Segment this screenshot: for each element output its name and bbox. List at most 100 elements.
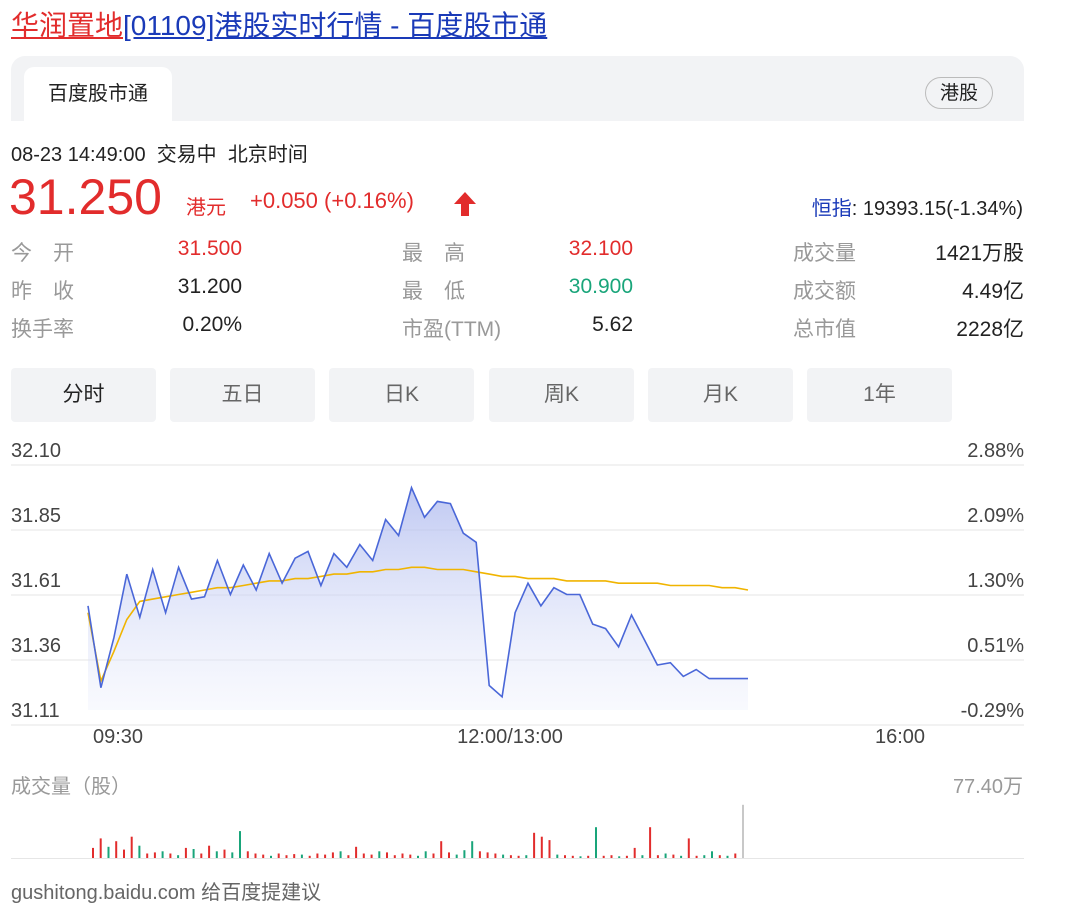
- volume-bar: [548, 840, 551, 858]
- y-price-tick: 31.85: [11, 505, 61, 527]
- hang-seng-index[interactable]: 恒指: 19393.15(-1.34%): [812, 192, 1023, 221]
- volume-bar: [308, 855, 311, 858]
- volume-bar: [192, 849, 195, 858]
- trade-state: 交易中: [156, 144, 217, 166]
- intraday-chart: 32.10 31.85 31.61 31.36 31.11 2.88% 2.09% 1.30%…: [11, 440, 1024, 748]
- volume-bar: [610, 855, 613, 858]
- volume-bar: [656, 855, 659, 858]
- volume-bar: [316, 853, 319, 858]
- volume-bar: [355, 846, 358, 858]
- volume-bar: [270, 855, 272, 858]
- stat-label: 总市值: [793, 318, 856, 341]
- volume-label: 成交量（股）: [11, 776, 131, 798]
- volume-bar: [401, 853, 404, 858]
- volume-bar: [641, 855, 644, 858]
- volume-bar: [602, 855, 605, 858]
- volume-max-label: 77.40万: [952, 776, 1023, 798]
- volume-bar: [448, 852, 450, 858]
- volume-bar: [680, 855, 683, 858]
- volume-bar: [564, 855, 566, 858]
- volume-bar: [494, 853, 497, 858]
- stat-label: 今 开: [11, 242, 74, 265]
- volume-bar: [378, 851, 381, 858]
- volume-bar: [571, 855, 574, 858]
- volume-bar: [579, 856, 582, 858]
- volume-bar: [331, 852, 334, 858]
- volume-bar: [695, 855, 698, 858]
- volume-bar: [277, 853, 280, 858]
- volume-chart: [11, 804, 1024, 859]
- volume-bar: [138, 845, 141, 858]
- x-tick: 09:30: [93, 726, 143, 748]
- volume-bar: [742, 804, 744, 858]
- volume-bar: [223, 849, 226, 858]
- volume-bar: [92, 847, 94, 858]
- title-stock-name[interactable]: 华润置地: [11, 10, 123, 41]
- volume-bar: [424, 851, 427, 858]
- stat-label: 换手率: [11, 318, 74, 341]
- index-label[interactable]: 恒指: [812, 198, 852, 220]
- current-price: 31.250: [9, 169, 162, 225]
- y-price-tick: 31.11: [11, 700, 60, 722]
- volume-bar: [285, 855, 288, 858]
- period-tab[interactable]: 分时: [11, 368, 156, 422]
- price-area: [88, 487, 748, 710]
- volume-bar: [231, 852, 234, 858]
- period-tab[interactable]: 周K: [489, 368, 634, 422]
- price-currency: 港元: [186, 197, 226, 219]
- stat-label: 市盈(TTM): [402, 318, 502, 341]
- volume-bar: [672, 854, 675, 858]
- stat-value: 2228亿: [956, 318, 1024, 341]
- volume-bar: [99, 838, 102, 858]
- volume-bar: [153, 852, 156, 858]
- period-tab[interactable]: 月K: [648, 368, 793, 422]
- period-tab[interactable]: 五日: [170, 368, 315, 422]
- volume-bar: [664, 853, 667, 858]
- volume-bar: [347, 855, 350, 858]
- volume-bar: [208, 845, 211, 858]
- volume-bar: [254, 853, 257, 858]
- market-badge[interactable]: 港股: [925, 77, 993, 109]
- stat-label: 最 高: [402, 242, 465, 265]
- volume-bar: [625, 855, 628, 858]
- stat-value: 30.900: [568, 275, 633, 298]
- volume-bar: [409, 854, 412, 858]
- volume-bar: [687, 838, 690, 858]
- volume-bar: [169, 853, 172, 858]
- volume-bar: [478, 851, 481, 858]
- y-price-tick: 32.10: [11, 440, 61, 462]
- volume-bar: [618, 856, 621, 858]
- volume-bar: [525, 855, 528, 858]
- volume-bar: [393, 855, 396, 858]
- stat-value: 1421万股: [935, 242, 1024, 265]
- volume-bar: [486, 852, 489, 858]
- title-rest[interactable]: 港股实时行情 - 百度股市通: [214, 10, 547, 41]
- stat-label: 最 低: [402, 280, 465, 303]
- y-pct-tick: 0.51%: [967, 635, 1024, 657]
- footer[interactable]: gushitong.baidu.com 给百度提建议: [11, 876, 321, 905]
- arrow-up-icon: [454, 192, 476, 216]
- volume-bar: [246, 851, 249, 858]
- page-title[interactable]: 华润置地[01109]港股实时行情 - 百度股市通: [11, 6, 547, 46]
- volume-bar: [440, 841, 443, 858]
- volume-bar: [417, 855, 419, 858]
- volume-bar: [595, 827, 597, 858]
- volume-bar: [161, 851, 164, 858]
- period-tab[interactable]: 1年: [807, 368, 952, 422]
- volume-bar: [115, 841, 118, 858]
- index-value: : 19393.15(-1.34%): [851, 198, 1023, 220]
- y-price-tick: 31.61: [11, 570, 61, 592]
- stat-value: 31.500: [177, 237, 242, 260]
- volume-bar: [130, 836, 133, 858]
- period-tab[interactable]: 日K: [329, 368, 474, 422]
- volume-bar: [339, 851, 342, 858]
- volume-bar: [184, 847, 187, 858]
- volume-bar: [533, 832, 536, 858]
- volume-bar: [370, 854, 373, 858]
- tab-baidu-gushitong[interactable]: 百度股市通: [24, 67, 172, 121]
- volume-bar: [718, 855, 721, 858]
- y-price-tick: 31.36: [11, 635, 61, 657]
- title-stock-code[interactable]: [01109]: [123, 10, 214, 41]
- y-pct-tick: 1.30%: [967, 570, 1024, 592]
- quote-status: 08-23 14:49:00 交易中 北京时间: [11, 138, 308, 167]
